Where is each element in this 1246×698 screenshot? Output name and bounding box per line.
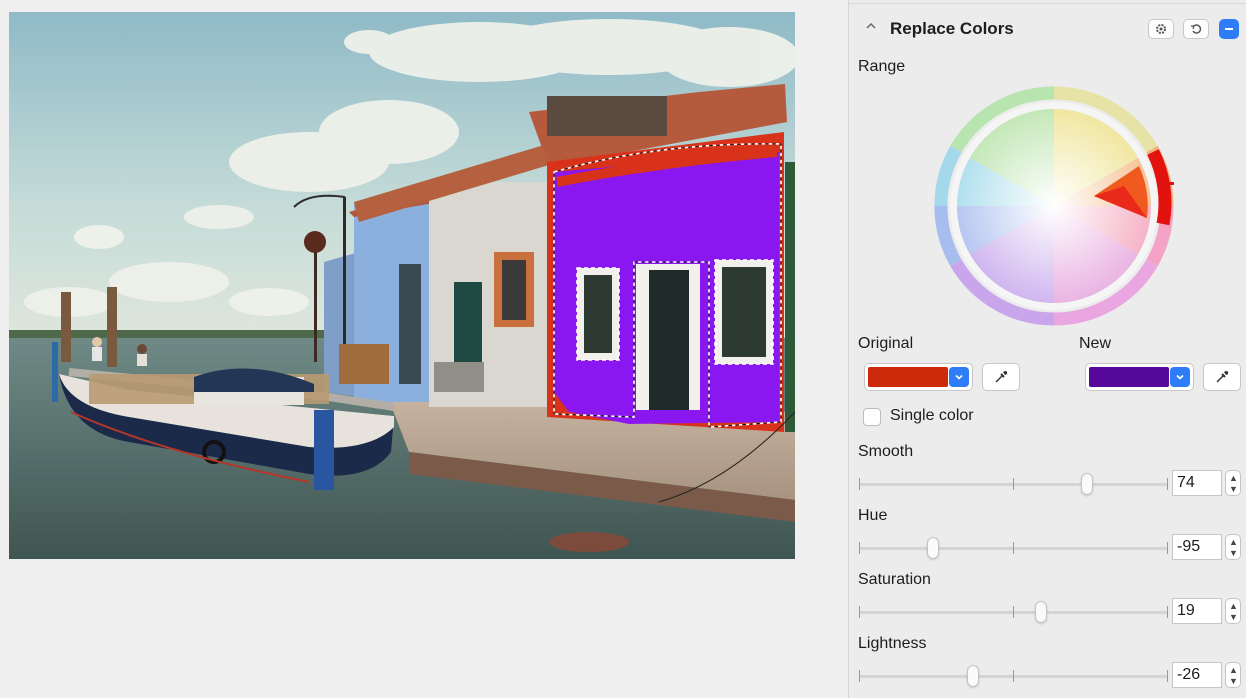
gear-icon — [1156, 24, 1166, 34]
lightness-slider-tick — [1013, 670, 1014, 682]
lightness-stepper[interactable]: ▲ ▼ — [1225, 662, 1241, 688]
hue-slider-tick — [1167, 542, 1168, 554]
lightness-slider-thumb[interactable] — [967, 665, 979, 687]
chevron-up-icon[interactable]: ▲ — [1229, 602, 1238, 611]
original-label: Original — [858, 335, 914, 352]
chevron-down-icon[interactable]: ▼ — [1229, 677, 1238, 686]
replace-colors-panel: Replace Colors Range Original New Single… — [848, 0, 1246, 698]
color-range-wheel[interactable] — [934, 86, 1176, 326]
canvas-area[interactable] — [0, 0, 848, 698]
minus-toggle-icon — [1225, 28, 1233, 30]
new-color-dropdown[interactable] — [1085, 363, 1194, 391]
chevron-down-icon — [1170, 367, 1190, 387]
lightness-label: Lightness — [858, 635, 927, 652]
saturation-slider-thumb[interactable] — [1035, 601, 1047, 623]
smooth-value-field[interactable]: 74 — [1172, 470, 1222, 496]
chevron-up-icon[interactable]: ▲ — [1229, 474, 1238, 483]
hue-slider-tick — [859, 542, 860, 554]
smooth-slider-thumb[interactable] — [1081, 473, 1093, 495]
saturation-label: Saturation — [858, 571, 931, 588]
lightness-value-field[interactable]: -26 — [1172, 662, 1222, 688]
saturation-slider-tick — [1167, 606, 1168, 618]
single-color-checkbox[interactable] — [863, 408, 881, 426]
smooth-label: Smooth — [858, 443, 914, 460]
lightness-slider-tick — [859, 670, 860, 682]
chevron-up-icon[interactable]: ▲ — [1229, 538, 1238, 547]
chevron-down-icon[interactable]: ▼ — [1229, 485, 1238, 494]
smooth-slider-tick — [859, 478, 860, 490]
new-eyedropper-button[interactable] — [1203, 363, 1241, 391]
new-label: New — [1079, 335, 1112, 352]
hue-slider-tick — [1013, 542, 1014, 554]
chevron-down-icon — [949, 367, 969, 387]
panel-divider — [849, 3, 1246, 4]
app-window: Replace Colors Range Original New Single… — [0, 0, 1246, 698]
saturation-slider-tick — [859, 606, 860, 618]
hue-slider-thumb[interactable] — [927, 537, 939, 559]
single-color-label: Single color — [890, 407, 974, 424]
settings-button[interactable] — [1148, 19, 1174, 39]
hue-stepper[interactable]: ▲ ▼ — [1225, 534, 1241, 560]
chevron-up-icon[interactable]: ▲ — [1229, 666, 1238, 675]
new-color-swatch — [1089, 367, 1169, 387]
eyedropper-icon — [995, 371, 1008, 383]
smooth-stepper[interactable]: ▲ ▼ — [1225, 470, 1241, 496]
saturation-value-field[interactable]: 19 — [1172, 598, 1222, 624]
hue-label: Hue — [858, 507, 888, 524]
lightness-slider-tick — [1167, 670, 1168, 682]
original-color-dropdown[interactable] — [864, 363, 973, 391]
hue-value-field[interactable]: -95 — [1172, 534, 1222, 560]
original-eyedropper-button[interactable] — [982, 363, 1020, 391]
eyedropper-icon — [1216, 371, 1229, 383]
reset-button[interactable] — [1183, 19, 1209, 39]
photo-image — [9, 12, 795, 559]
chevron-up-icon[interactable] — [865, 20, 877, 32]
smooth-slider-tick — [1167, 478, 1168, 490]
enable-toggle-button[interactable] — [1219, 19, 1239, 39]
panel-title: Replace Colors — [890, 19, 1014, 38]
range-label: Range — [858, 58, 906, 75]
saturation-slider-tick — [1013, 606, 1014, 618]
chevron-down-icon[interactable]: ▼ — [1229, 549, 1238, 558]
photo-canvas[interactable] — [9, 12, 795, 559]
chevron-down-icon[interactable]: ▼ — [1229, 613, 1238, 622]
smooth-slider-tick — [1013, 478, 1014, 490]
saturation-stepper[interactable]: ▲ ▼ — [1225, 598, 1241, 624]
original-color-swatch — [868, 367, 948, 387]
reset-icon — [1191, 24, 1202, 34]
